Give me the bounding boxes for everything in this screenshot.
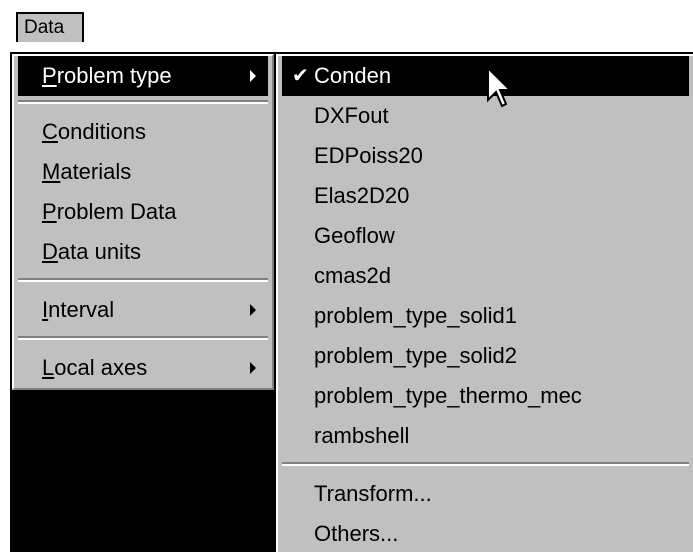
submenu-item-label: Conden — [314, 63, 392, 88]
menu-item-conditions[interactable]: Conditions — [18, 112, 268, 152]
menu-item-conditions-label: onditions — [57, 119, 146, 144]
submenu-item-label: DXFout — [314, 103, 389, 128]
submenu-item-problem-type-thermo-mec[interactable]: problem_type_thermo_mec — [282, 376, 689, 416]
submenu-item-others[interactable]: Others... — [282, 514, 689, 554]
menu-separator — [282, 462, 689, 466]
submenu-item-problem-type-solid2[interactable]: problem_type_solid2 — [282, 336, 689, 376]
submenu-arrow-icon — [250, 362, 256, 374]
submenu-item-label: rambshell — [314, 423, 410, 448]
menubar-data[interactable]: Data — [16, 12, 84, 42]
menu-separator — [18, 278, 268, 282]
submenu-item-label: problem_type_solid2 — [314, 343, 518, 368]
menu-item-problem-data[interactable]: Problem Data — [18, 192, 268, 232]
menu-item-data-units-label: ata units — [57, 239, 142, 264]
menu-item-local-axes[interactable]: Local axes — [18, 348, 268, 388]
submenu-item-problem-type-solid1[interactable]: problem_type_solid1 — [282, 296, 689, 336]
menu-item-problem-type-mnemonic: P — [42, 63, 57, 88]
menu-item-problem-type[interactable]: Problem type — [18, 56, 268, 96]
submenu-item-label: problem_type_solid1 — [314, 303, 518, 328]
menu-item-materials-label: aterials — [60, 159, 132, 184]
submenu-item-label: Elas2D20 — [314, 183, 410, 208]
menu-item-local-axes-mnemonic: L — [42, 355, 55, 380]
menu-item-problem-data-label: roblem Data — [56, 199, 177, 224]
submenu-item-rambshell[interactable]: rambshell — [282, 416, 689, 456]
menu-item-data-units[interactable]: Data units — [18, 232, 268, 272]
menu-separator — [18, 100, 268, 104]
menu-item-interval-label: nterval — [48, 297, 115, 322]
submenu-item-elas2d20[interactable]: Elas2D20 — [282, 176, 689, 216]
checkmark-icon: ✔ — [292, 65, 309, 87]
menubar-data-label: Data — [24, 17, 65, 38]
submenu-item-label: problem_type_thermo_mec — [314, 383, 582, 408]
submenu-item-label: Transform... — [314, 481, 432, 506]
submenu-item-label: Geoflow — [314, 223, 395, 248]
menu-item-data-units-mnemonic: D — [42, 239, 58, 264]
submenu-item-cmas2d[interactable]: cmas2d — [282, 256, 689, 296]
menu-item-local-axes-label: ocal axes — [54, 355, 148, 380]
submenu-arrow-icon — [250, 70, 256, 82]
problem-type-submenu: ✔ Conden DXFout EDPoiss20 Elas2D20 Geofl… — [276, 54, 693, 552]
submenu-arrow-icon — [250, 304, 256, 316]
mouse-pointer-icon — [487, 66, 513, 108]
menu-item-problem-data-mnemonic: P — [42, 199, 57, 224]
submenu-item-label: Others... — [314, 521, 399, 546]
submenu-item-edpoiss20[interactable]: EDPoiss20 — [282, 136, 689, 176]
menu-item-problem-type-label: roblem type — [56, 63, 172, 88]
menu-item-interval[interactable]: Interval — [18, 290, 268, 330]
submenu-item-transform[interactable]: Transform... — [282, 474, 689, 514]
menu-separator — [18, 336, 268, 340]
menu-item-materials[interactable]: Materials — [18, 152, 268, 192]
data-menu: Problem type Conditions Materials Proble… — [12, 54, 274, 390]
submenu-item-geoflow[interactable]: Geoflow — [282, 216, 689, 256]
menu-item-materials-mnemonic: M — [42, 159, 61, 184]
menu-item-conditions-mnemonic: C — [42, 119, 58, 144]
submenu-item-label: cmas2d — [314, 263, 392, 288]
submenu-item-label: EDPoiss20 — [314, 143, 423, 168]
